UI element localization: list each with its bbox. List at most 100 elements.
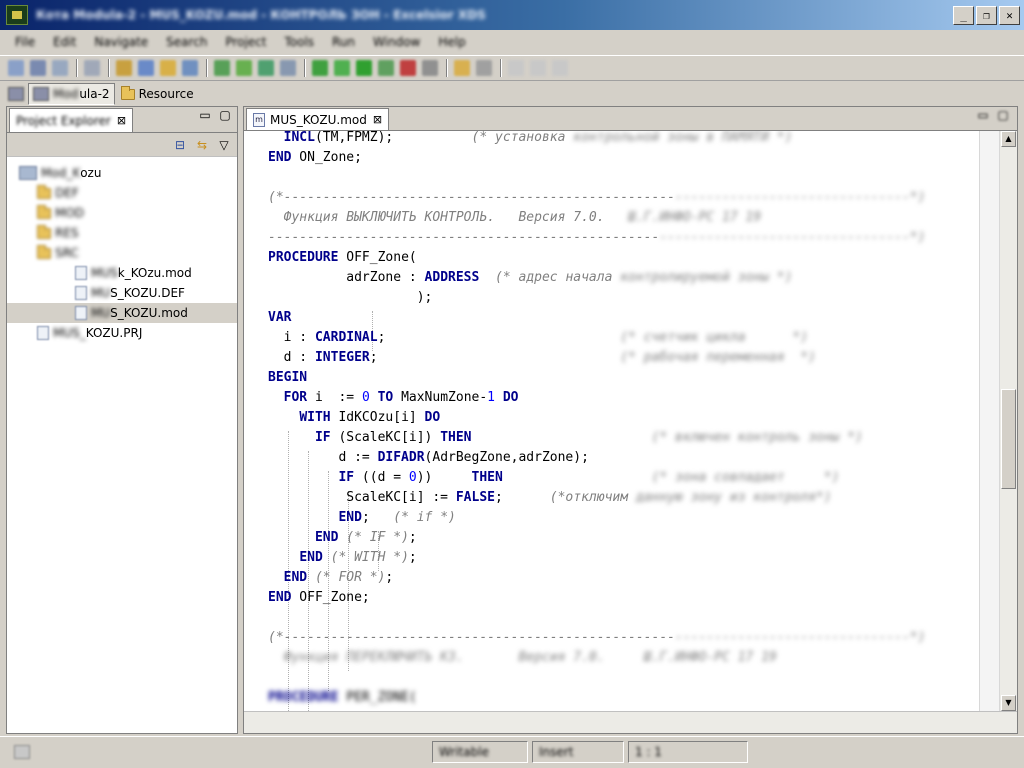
tree-item[interactable]: RES (7, 223, 237, 243)
menu-file[interactable]: File (6, 35, 44, 49)
forward-icon[interactable] (530, 60, 546, 76)
code-text: INCL(TM,FPMZ); (* установка контрольной … (268, 131, 925, 708)
compile-icon[interactable] (214, 60, 230, 76)
run-icon[interactable] (334, 60, 350, 76)
tab-project-explorer[interactable]: Project Explorer ⊠ (9, 108, 134, 132)
editor-tab-bar: m MUS_KOZU.mod ⊠ ▭ ▢ (244, 107, 1017, 131)
menu-help[interactable]: Help (429, 35, 474, 49)
code-token: 0 (361, 390, 370, 405)
open-perspective-icon[interactable] (8, 87, 24, 101)
tree-item[interactable]: MUS_ KOZU.PRJ (7, 323, 237, 343)
horizontal-scrollbar[interactable] (244, 711, 1017, 733)
project-tree: Mod_K ozu DEF MOD RES SRC MUS k_KOzu.mod MU S_KOZ… (7, 157, 237, 343)
tree-item[interactable]: MU S_KOZU.mod (7, 303, 237, 323)
tree-item[interactable]: Mod_K ozu (7, 163, 237, 183)
status-indicator-icon[interactable] (14, 744, 30, 759)
minimize-view-icon[interactable]: ▭ (977, 109, 989, 122)
tree-item[interactable]: MU S_KOZU.DEF (7, 283, 237, 303)
view-menu-icon[interactable]: ▽ (217, 138, 231, 152)
collapse-all-icon[interactable]: ⊟ (173, 138, 187, 152)
link-with-editor-icon[interactable]: ⇆ (195, 138, 209, 152)
tree-item[interactable]: MOD (7, 203, 237, 223)
toolbar-separator (206, 59, 208, 77)
tab-mus-kozu-mod[interactable]: m MUS_KOZU.mod ⊠ (246, 108, 390, 130)
menu-navigate[interactable]: Navigate (85, 35, 157, 49)
code-line: d : INTEGER; (* рабочая переменная *) (268, 348, 925, 368)
last-edit-icon[interactable] (552, 60, 568, 76)
restore-button[interactable]: ❐ (976, 6, 997, 25)
dropdown-icon[interactable] (476, 60, 492, 76)
scroll-up-arrow-icon[interactable]: ▲ (1001, 131, 1016, 147)
code-token: ------------------------------*) (675, 630, 926, 645)
tree-item-label-blurred: MU (91, 306, 111, 320)
tree-item[interactable]: DEF (7, 183, 237, 203)
print-icon[interactable] (52, 60, 68, 76)
code-token: CARDINAL (314, 330, 378, 345)
tree-item-label-blurred: RES (55, 226, 79, 240)
new-icon[interactable] (8, 60, 24, 76)
code-token: END (338, 510, 362, 525)
tree-item[interactable]: SRC (7, 243, 237, 263)
run-last-icon[interactable] (356, 60, 372, 76)
menu-run[interactable]: Run (323, 35, 364, 49)
perspective-resource[interactable]: Resource (120, 85, 194, 101)
build-icon[interactable] (84, 60, 100, 76)
code-line: IF ((d = 0)) THEN (* зона совпадает *) (268, 468, 925, 488)
maximize-view-icon[interactable]: ▢ (219, 109, 231, 122)
code-token: (* WITH *) (330, 550, 409, 565)
menu-edit[interactable]: Edit (44, 35, 85, 49)
close-icon[interactable]: ⊠ (117, 114, 126, 127)
back-icon[interactable] (508, 60, 524, 76)
rebuild-icon[interactable] (258, 60, 274, 76)
code-token: INTEGER (314, 350, 370, 365)
perspective-label: ula-2 (79, 87, 110, 101)
menu-search[interactable]: Search (157, 35, 216, 49)
external-tools-icon[interactable] (378, 60, 394, 76)
code-token: END (283, 570, 308, 585)
link-icon[interactable] (280, 60, 296, 76)
toolbar-separator (304, 59, 306, 77)
dropdown-icon[interactable] (422, 60, 438, 76)
module-icon[interactable] (138, 60, 154, 76)
code-line: END (* IF *); (268, 528, 925, 548)
open-icon[interactable] (160, 60, 176, 76)
code-token: ADDRESS (424, 270, 480, 285)
scrollbar-thumb[interactable] (1001, 389, 1016, 489)
close-icon[interactable]: ⊠ (373, 113, 382, 126)
scroll-down-arrow-icon[interactable]: ▼ (1001, 695, 1016, 711)
code-token: (* счетчик цикла *) (620, 330, 809, 345)
menu-tools[interactable]: Tools (275, 35, 323, 49)
menu-window[interactable]: Window (364, 35, 429, 49)
code-line: END OFF_Zone; (268, 588, 925, 608)
code-token: ((d = (354, 470, 409, 485)
code-token: TO (377, 390, 394, 405)
code-line: END ON_Zone; (268, 148, 925, 168)
folder-icon[interactable] (116, 60, 132, 76)
minimize-button[interactable]: _ (953, 6, 974, 25)
search-icon[interactable] (454, 60, 470, 76)
package-icon[interactable] (182, 60, 198, 76)
maximize-view-icon[interactable]: ▢ (997, 109, 1009, 122)
debug-icon[interactable] (312, 60, 328, 76)
code-token: PER_ZONE( (338, 690, 417, 705)
code-token: (* IF *) (346, 530, 409, 545)
perspective-modula-2[interactable]: Mod ula-2 (28, 83, 115, 105)
window-title-bar: Кота Modula-2 - MUS_KOZU.mod - КОНТРОЛЬ … (0, 0, 1024, 30)
code-token: ON_Zone; (291, 150, 362, 165)
make-icon[interactable] (236, 60, 252, 76)
minimize-view-icon[interactable]: ▭ (199, 109, 211, 122)
tree-item[interactable]: MUS k_KOzu.mod (7, 263, 237, 283)
save-icon[interactable] (30, 60, 46, 76)
code-token: (TM,FPMZ); (314, 131, 472, 145)
menu-project[interactable]: Project (216, 35, 275, 49)
close-button[interactable]: ✕ (999, 6, 1020, 25)
vertical-scrollbar[interactable]: ▲ ▼ (999, 131, 1017, 711)
status-cursor-position: 1 : 1 (628, 741, 748, 763)
code-token: END (268, 150, 292, 165)
stop-icon[interactable] (400, 60, 416, 76)
code-editor[interactable]: INCL(TM,FPMZ); (* установка контрольной … (244, 131, 980, 711)
